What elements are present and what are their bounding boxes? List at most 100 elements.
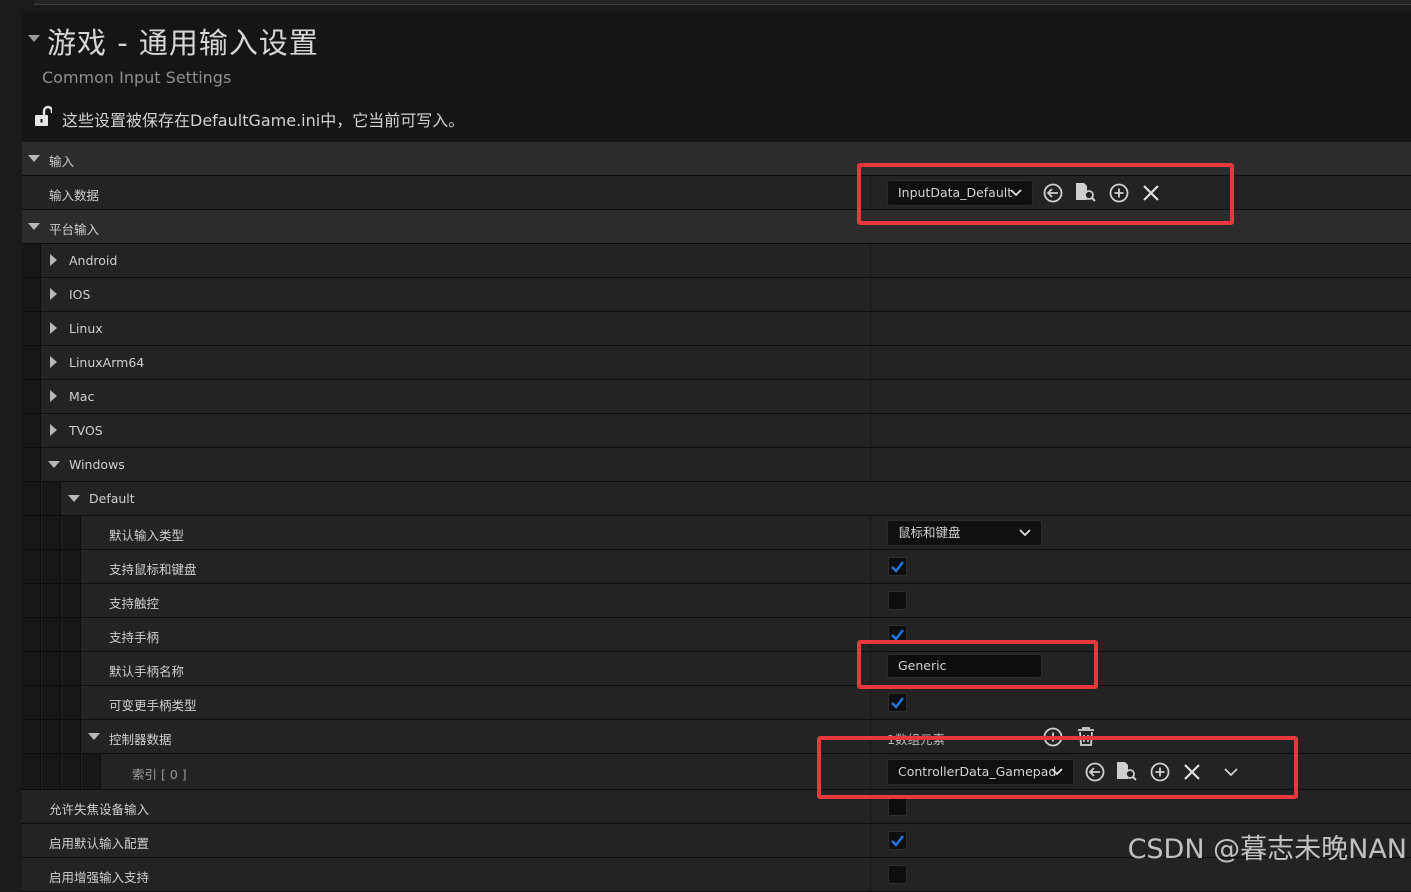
support-touch-checkbox[interactable] [888, 591, 907, 610]
expand-arrow-icon[interactable] [68, 495, 80, 502]
indent-guide [22, 754, 41, 789]
clear-asset-icon[interactable] [1140, 182, 1162, 204]
indent-guide [22, 346, 41, 379]
input-data-value: InputData_Default [898, 185, 1013, 200]
use-selected-asset-icon[interactable] [1084, 761, 1106, 783]
column-splitter[interactable] [870, 550, 871, 583]
expand-arrow-icon[interactable] [50, 424, 57, 436]
indent-guide [22, 244, 41, 277]
row-controller-data[interactable]: 控制器数据 1数组元素 [22, 720, 1411, 754]
column-splitter[interactable] [870, 448, 871, 481]
config-file-notice: 这些设置被保存在DefaultGame.ini中，它当前可写入。 [62, 111, 465, 130]
enable-enhanced-input-checkbox[interactable] [888, 865, 907, 884]
element-options-chevron-icon[interactable] [1220, 761, 1242, 783]
trash-icon[interactable] [1075, 725, 1097, 747]
indent-guide [42, 754, 61, 789]
settings-panel: 游戏 - 通用输入设置 Common Input Settings 这些设置被保… [22, 12, 1411, 892]
column-splitter[interactable] [870, 176, 871, 209]
indent-guide [42, 482, 61, 515]
platform-row-tvos[interactable]: TVOS [22, 414, 1411, 448]
platform-label: Windows [69, 457, 125, 472]
expand-arrow-icon[interactable] [50, 322, 57, 334]
column-splitter[interactable] [870, 244, 871, 277]
indent-guide [62, 584, 81, 617]
default-gamepad-name-field[interactable]: Generic [887, 654, 1042, 678]
indent-guide [22, 278, 41, 311]
platform-input-label: 平台输入 [49, 222, 100, 237]
support-mouse-keyboard-checkbox[interactable] [888, 557, 907, 576]
controller-data-asset-picker[interactable]: ControllerData_Gamepad [887, 759, 1074, 785]
indent-guide [62, 754, 81, 789]
top-strip [34, 0, 1411, 5]
platform-row-linux[interactable]: Linux [22, 312, 1411, 346]
expand-arrow-icon[interactable] [50, 288, 57, 300]
column-splitter[interactable] [870, 584, 871, 617]
default-input-type-dropdown[interactable]: 鼠标和键盘 [887, 520, 1042, 546]
column-splitter[interactable] [870, 380, 871, 413]
add-asset-icon[interactable] [1149, 761, 1171, 783]
expand-arrow-icon[interactable] [28, 223, 40, 230]
expand-arrow-icon[interactable] [48, 461, 60, 468]
watermark: CSDN @暮志未晚NAN [1127, 834, 1407, 865]
platform-row-android[interactable]: Android [22, 244, 1411, 278]
column-splitter[interactable] [870, 824, 871, 857]
windows-default-row[interactable]: Default [22, 482, 1411, 516]
column-splitter[interactable] [870, 516, 871, 549]
indent-guide [22, 652, 41, 685]
platform-row-linuxarm64[interactable]: LinuxArm64 [22, 346, 1411, 380]
default-input-type-value: 鼠标和键盘 [898, 525, 961, 540]
indent-guide [62, 652, 81, 685]
column-splitter[interactable] [870, 686, 871, 719]
column-splitter[interactable] [870, 414, 871, 447]
expand-arrow-icon[interactable] [88, 733, 100, 740]
browse-asset-icon[interactable] [1074, 181, 1096, 203]
add-asset-icon[interactable] [1108, 182, 1130, 204]
indent-guide [62, 618, 81, 651]
indent-guide [22, 516, 41, 549]
column-splitter[interactable] [870, 278, 871, 311]
clear-asset-icon[interactable] [1181, 761, 1203, 783]
default-gamepad-name-label: 默认手柄名称 [109, 664, 185, 679]
can-change-gamepad-type-checkbox[interactable] [888, 693, 907, 712]
allow-out-of-focus-checkbox[interactable] [888, 797, 907, 816]
row-support-touch: 支持触控 [22, 584, 1411, 618]
indent-guide [42, 686, 61, 719]
column-splitter[interactable] [870, 720, 871, 753]
column-splitter[interactable] [870, 618, 871, 651]
platform-row-mac[interactable]: Mac [22, 380, 1411, 414]
column-splitter[interactable] [870, 754, 871, 789]
collapse-section-icon[interactable] [28, 35, 40, 42]
support-gamepad-checkbox[interactable] [888, 625, 907, 644]
category-platform-input[interactable]: 平台输入 [22, 210, 1411, 244]
indent-guide [22, 414, 41, 447]
indent-guide [22, 584, 41, 617]
expand-arrow-icon[interactable] [50, 356, 57, 368]
indent-guide [22, 720, 41, 753]
controller-data-label: 控制器数据 [109, 732, 172, 747]
add-element-icon[interactable] [1042, 726, 1064, 748]
column-splitter[interactable] [870, 652, 871, 685]
column-splitter[interactable] [870, 312, 871, 345]
platform-label: IOS [69, 287, 91, 302]
use-selected-asset-icon[interactable] [1042, 182, 1064, 204]
expand-arrow-icon[interactable] [50, 390, 57, 402]
column-splitter[interactable] [870, 790, 871, 823]
page-subtitle: Common Input Settings [42, 68, 232, 87]
column-splitter[interactable] [870, 858, 871, 891]
platform-row-windows[interactable]: Windows [22, 448, 1411, 482]
enable-default-input-config-checkbox[interactable] [888, 831, 907, 850]
row-input-data: 输入数据 InputData_Default [22, 176, 1411, 210]
column-splitter[interactable] [870, 346, 871, 379]
support-mouse-keyboard-label: 支持鼠标和键盘 [109, 562, 197, 577]
expand-arrow-icon[interactable] [28, 155, 40, 162]
platform-row-ios[interactable]: IOS [22, 278, 1411, 312]
indent-guide [62, 550, 81, 583]
support-touch-label: 支持触控 [109, 596, 160, 611]
category-input[interactable]: 输入 [22, 142, 1411, 176]
expand-arrow-icon[interactable] [50, 254, 57, 266]
indent-guide [42, 516, 61, 549]
controller-data-count: 1数组元素 [887, 732, 945, 747]
default-input-type-label: 默认输入类型 [109, 528, 185, 543]
browse-asset-icon[interactable] [1115, 760, 1137, 782]
input-data-asset-picker[interactable]: InputData_Default [887, 180, 1033, 206]
